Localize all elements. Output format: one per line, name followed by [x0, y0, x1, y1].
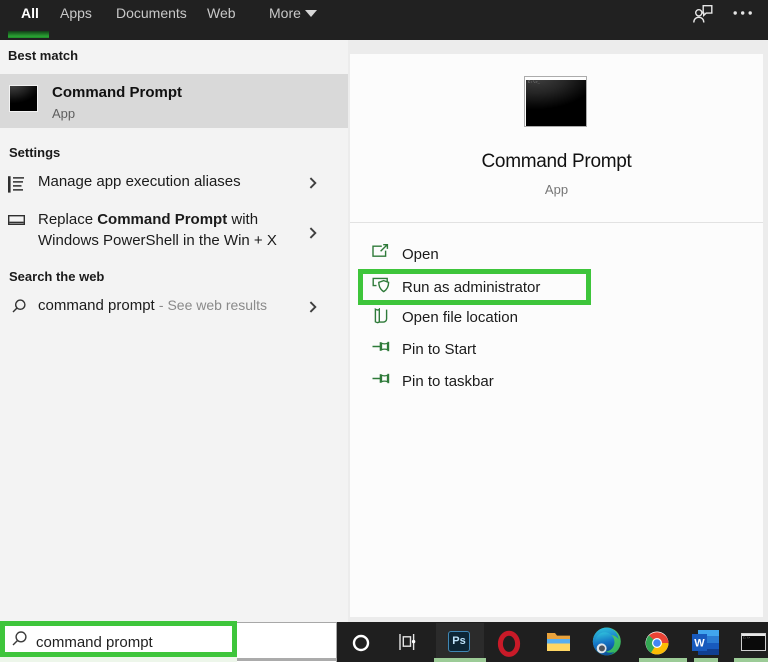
svg-text:W: W: [694, 638, 705, 650]
